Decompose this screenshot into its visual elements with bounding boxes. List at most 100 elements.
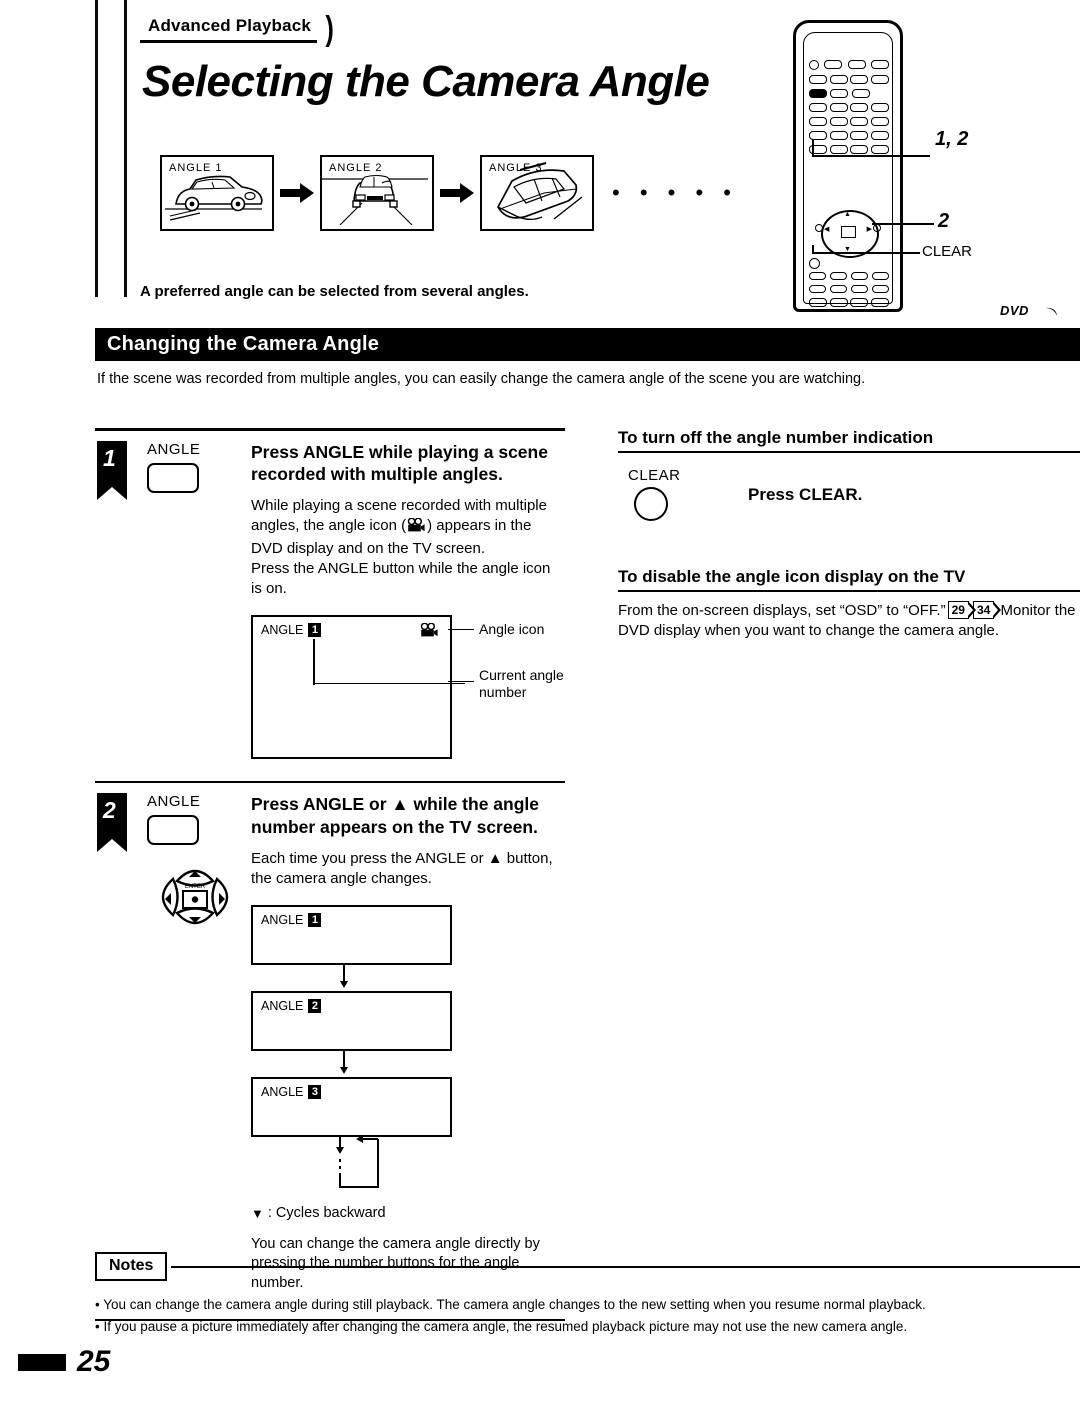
angle-camera-icon — [407, 517, 426, 539]
subsection-heading: To disable the angle icon display on the… — [618, 567, 966, 586]
remote-key — [850, 103, 869, 112]
callout-leader-line — [812, 155, 930, 157]
cycle-number: 1 — [308, 913, 322, 928]
page-footer: 25 — [18, 1345, 110, 1379]
angle-thumbnail-label: ANGLE 2 — [329, 162, 383, 174]
tv-screen-box: ANGLE 1 — [251, 614, 465, 759]
remote-key — [872, 285, 889, 293]
step-number: 1 — [103, 444, 116, 471]
page-reference[interactable]: 29 — [947, 600, 977, 620]
remote-callout-2: 2 — [938, 210, 950, 232]
remote-key — [872, 272, 889, 280]
remote-key — [809, 272, 826, 280]
angle-cycle-diagram: ANGLE 1 ANGLE 2 ANGLE 3 ▼: Cycles backw… — [251, 905, 551, 1221]
cycle-screen: ANGLE 1 — [251, 905, 452, 966]
angle-thumbnail-strip: ANGLE 1 ANGLE 2 ANGLE 3 • • • • • — [160, 155, 738, 231]
notes-section: Notes • You can change the camera angle … — [95, 1252, 1080, 1340]
remote-key-row — [809, 117, 889, 126]
page-reference[interactable]: 34 — [972, 600, 1002, 620]
subsection-body: From the on-screen displays, set “OSD” t… — [618, 600, 1080, 642]
step-key-illustration: ANGLE — [129, 793, 247, 1293]
cycle-arrow-down-icon — [251, 965, 551, 991]
flow-arrow-icon — [274, 183, 320, 203]
remote-key — [824, 60, 843, 69]
clear-instruction-row: CLEAR Press CLEAR. — [618, 467, 1080, 521]
remote-key — [809, 103, 827, 112]
remote-key — [829, 117, 848, 126]
callout-current-angle-number: Current angle number — [479, 667, 564, 701]
callout-line-1: Current angle — [479, 666, 564, 683]
remote-key-row — [809, 131, 889, 140]
notes-rule — [171, 1265, 1080, 1268]
remote-key — [830, 272, 847, 280]
angle-thumbnail-label: ANGLE 3 — [489, 162, 543, 174]
header-lead-text: A preferred angle can be selected from s… — [140, 283, 529, 300]
remote-key — [870, 145, 889, 154]
subsection-turn-off-angle-number: To turn off the angle number indication … — [618, 428, 1080, 521]
remote-key-angle-highlight — [809, 89, 827, 98]
tv-osd-angle-indicator: ANGLE 1 — [261, 622, 322, 637]
category-tab: Advanced Playback ) — [140, 12, 334, 46]
step-number-marker: 2 — [95, 793, 129, 855]
cycle-legend-down-icon: ▼ — [251, 1205, 264, 1221]
section-header-title: Changing the Camera Angle — [107, 333, 380, 355]
callout-leader-line — [448, 680, 474, 683]
notes-header: Notes — [95, 1252, 1080, 1281]
continuation-dots: • • • • • — [612, 180, 738, 205]
remote-key — [870, 131, 889, 140]
section-intro-text: If the scene was recorded from multiple … — [97, 371, 866, 387]
subsection-body-part1: From the on-screen displays, set “OSD” t… — [618, 602, 946, 619]
clear-button-icon — [634, 487, 668, 521]
remote-key-row — [809, 145, 889, 154]
manual-page: Advanced Playback ) Selecting the Camera… — [0, 0, 1080, 1421]
callout-leader-line — [812, 139, 814, 156]
note-item: • If you pause a picture immediately aft… — [95, 1319, 908, 1335]
step-description: While playing a scene recorded with mult… — [251, 496, 565, 599]
page-number: 25 — [77, 1345, 111, 1378]
clear-instruction-text: Press CLEAR. — [748, 485, 863, 504]
remote-key — [870, 60, 889, 69]
subsection-rule — [618, 451, 1080, 453]
remote-key — [809, 60, 819, 70]
remote-key — [847, 60, 866, 69]
remote-key — [870, 75, 889, 84]
callout-leader-line — [313, 682, 465, 685]
cycle-loopback — [251, 1137, 551, 1193]
cycle-number: 2 — [308, 999, 322, 1014]
step-number-marker: 1 — [95, 440, 129, 503]
category-tab-bracket-icon: ) — [325, 10, 334, 48]
dpad-illustration: ENTER — [147, 855, 243, 937]
remote-enter-key — [841, 226, 856, 238]
tv-angle-camera-icon — [420, 622, 439, 643]
angle-button-icon — [147, 462, 199, 493]
step-description: Each time you press the ANGLE or ▲ butto… — [251, 850, 553, 888]
step-2: 2 ANGLE ENTER Press ANGLE or ▲ while the… — [95, 783, 565, 1293]
notes-label: Notes — [95, 1252, 168, 1281]
step-key-label: ANGLE — [147, 440, 201, 458]
remote-key — [850, 298, 869, 307]
remote-key — [809, 117, 827, 126]
angle-thumbnail-label: ANGLE 1 — [169, 162, 223, 174]
remote-key — [870, 298, 889, 307]
tv-osd-number: 1 — [308, 622, 322, 637]
remote-dpad-up-icon: ▲ — [844, 211, 851, 218]
remote-key — [809, 285, 826, 293]
remote-key-row — [809, 272, 889, 280]
subsection-rule — [618, 590, 1080, 592]
subsection-heading: To turn off the angle number indication — [618, 428, 934, 447]
remote-key — [829, 75, 848, 84]
step-description-part3: Press the ANGLE button while the angle i… — [251, 560, 551, 598]
cycle-screen: ANGLE 2 — [251, 991, 452, 1052]
notes-list: • You can change the camera angle during… — [95, 1295, 1080, 1338]
remote-key-row — [809, 75, 889, 84]
note-item: • You can change the camera angle during… — [95, 1297, 926, 1312]
remote-key — [850, 131, 869, 140]
step-title: Press ANGLE while playing a scene record… — [251, 441, 548, 484]
angle-thumbnail: ANGLE 3 — [480, 155, 594, 231]
remote-dpad: ▲ ▼ ◀ ▶ — [815, 210, 881, 258]
remote-key-row — [809, 298, 889, 307]
step-content: Press ANGLE or ▲ while the angle number … — [247, 793, 571, 1293]
tv-screen-figure: ANGLE 1 Angle icon Current angle number — [251, 614, 565, 759]
cycle-label: ANGLE — [261, 999, 304, 1014]
remote-key — [850, 75, 869, 84]
